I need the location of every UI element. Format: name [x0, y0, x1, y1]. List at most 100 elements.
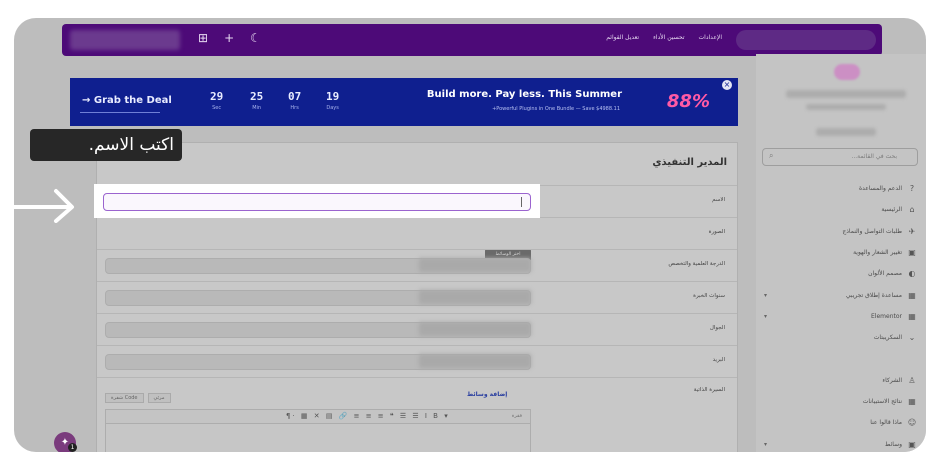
field-label-degree: الدرجة العلمية والتخصص	[668, 261, 725, 267]
field-label-email: البريد	[712, 357, 725, 363]
editor-mode-tabs: شفرة Code مرئي	[105, 393, 171, 403]
sidebar-item-label: مصمم الألوان	[868, 270, 902, 278]
chevron-down-icon: ▾	[764, 291, 768, 299]
sidebar-item-label: الشركاء	[882, 376, 902, 384]
tab-visual[interactable]: مرئي	[147, 393, 171, 403]
blurred-value	[419, 354, 531, 368]
pointer-arrow-icon	[0, 189, 74, 223]
countdown-seconds: 29 Sec	[210, 90, 224, 111]
sidebar-item-label: مساعدة إطلاق تجريبي	[845, 291, 902, 299]
chevron-down-icon: ▾	[764, 312, 768, 320]
sidebar-item-colors[interactable]: ◐ مصمم الألوان	[758, 263, 918, 284]
sidebar-blur-line	[806, 104, 886, 110]
discount-badge: 88%	[666, 91, 710, 112]
top-bar-icons: ⊞ + ☾	[198, 31, 261, 45]
name-field-spotlight	[94, 184, 540, 218]
sidebar-item-support[interactable]: ? الدعم والمساعدة	[758, 178, 918, 199]
sidebar-item-branding[interactable]: ▣ تغيير الشعار والهوية	[758, 242, 918, 263]
divider	[97, 313, 737, 314]
sidebar-item-label: الدعم والمساعدة	[858, 185, 902, 193]
site-name-blurred	[70, 30, 180, 50]
sidebar-item-home[interactable]: ⌂ الرئيسية	[758, 199, 918, 220]
sidebar-item-label: وسائط	[884, 440, 902, 448]
sidebar-blur-line	[816, 128, 876, 136]
image-icon: ▣	[908, 248, 916, 258]
top-bar-menu: الإعدادات تحسين الأداء تعديل القوائم	[606, 34, 722, 41]
divider	[97, 249, 737, 250]
tab-code[interactable]: شفرة Code	[105, 393, 144, 403]
grid-icon: ▦	[908, 290, 916, 300]
sidebar-item-label: Elementor	[871, 312, 902, 320]
sidebar-item-label: تغيير الشعار والهوية	[853, 249, 902, 257]
search-icon: ⌕	[769, 151, 774, 160]
partners-icon: ♙	[908, 375, 916, 385]
notification-badge: 1	[68, 443, 77, 452]
sidebar-item-elementor[interactable]: ▦ Elementor ▾	[758, 306, 918, 327]
help-icon: ?	[909, 184, 915, 194]
home-icon: ⌂	[909, 205, 915, 215]
close-icon[interactable]: ×	[722, 80, 732, 90]
sidebar-item-scripts[interactable]: ⌄ السكريبتات	[758, 327, 918, 348]
cv-editor-body[interactable]	[105, 423, 531, 452]
field-label-mobile: الجوال	[709, 325, 725, 331]
chevron-small-icon: ⌄	[908, 333, 916, 343]
palette-icon: ◐	[908, 269, 916, 279]
banner-subtitle: +Powerful Plugins in One Bundle — Save $…	[492, 106, 620, 112]
sidebar-item-testimonials[interactable]: ☺ ماذا قالوا عنا	[758, 412, 918, 433]
dashboard-icon[interactable]: ⊞	[198, 31, 208, 45]
sidebar-search-placeholder: بحث في القائمة...	[851, 153, 897, 160]
sidebar-blur-line	[786, 90, 906, 98]
sidebar-item-label: السكريبتات	[873, 334, 902, 342]
field-label-name: الاسم	[712, 197, 725, 203]
sidebar-item-label: الرئيسية	[881, 206, 902, 214]
settings-link[interactable]: الإعدادات	[699, 34, 722, 41]
countdown-minutes: 25 Min	[250, 90, 264, 111]
smile-icon: ☺	[907, 418, 917, 428]
sidebar-item-label: نتائج الاستبيانات	[862, 398, 902, 406]
media-icon: ▣	[908, 439, 916, 449]
banner-title: Build more. Pay less. This Summer	[426, 89, 622, 100]
menus-link[interactable]: تعديل القوائم	[606, 34, 639, 41]
promo-banner: → Grab the Deal 29 Sec 25 Min 07 Hrs 19 Days…	[70, 78, 738, 126]
grid-icon: ▦	[908, 311, 916, 321]
sidebar-item-contact-forms[interactable]: ✈ طلبات التواصل والنماذج	[758, 221, 918, 242]
divider	[97, 345, 737, 346]
add-media-button[interactable]: إضافة وسائط	[467, 391, 507, 398]
admin-sidebar: بحث في القائمة... ⌕ ? الدعم والمساعدة ⌂ ال…	[756, 54, 926, 452]
admin-top-bar: ⊞ + ☾ الإعدادات تحسين الأداء تعديل القوا…	[62, 24, 882, 56]
name-input[interactable]	[103, 193, 531, 211]
deal-underline	[80, 112, 160, 113]
dark-mode-icon[interactable]: ☾	[250, 31, 261, 45]
sidebar-separator	[758, 348, 918, 369]
grid-icon: ▦	[908, 397, 916, 407]
sidebar-item-label: طلبات التواصل والنماذج	[842, 227, 902, 235]
field-label-cv: السيرة الذاتية	[693, 387, 725, 393]
card-title: المدير التنفيذي	[652, 157, 727, 168]
brand-logo	[834, 64, 860, 80]
countdown-days: 19 Days	[326, 90, 340, 111]
sidebar-item-label: ماذا قالوا عنا	[870, 419, 902, 427]
paragraph-format-select[interactable]: فقرة	[512, 413, 522, 419]
grab-deal-link[interactable]: → Grab the Deal	[82, 95, 172, 106]
text-caret	[521, 197, 522, 207]
sidebar-item-media[interactable]: ▣ وسائط ▾	[758, 434, 918, 452]
blurred-value	[419, 322, 531, 336]
editor-tools[interactable]: ¶· ▦ ✕ ▤ 🔗 ≡ ≡ ≡ ❝ ☰ ☰ I B ▾	[286, 412, 450, 420]
sidebar-search-input[interactable]: بحث في القائمة... ⌕	[762, 148, 918, 166]
instruction-tooltip: اكتب الاسم.	[30, 129, 182, 161]
field-label-experience: سنوات الخبرة	[693, 293, 725, 299]
app-frame: ⊞ + ☾ الإعدادات تحسين الأداء تعديل القوا…	[14, 18, 926, 452]
sidebar-item-survey-results[interactable]: ▦ نتائج الاستبيانات	[758, 391, 918, 412]
send-icon: ✈	[908, 226, 916, 236]
countdown-hours: 07 Hrs	[288, 90, 302, 111]
blurred-value	[419, 290, 531, 304]
sidebar-menu: ? الدعم والمساعدة ⌂ الرئيسية ✈ طلبات التواص…	[758, 178, 918, 452]
divider	[97, 377, 737, 378]
sidebar-item-partners[interactable]: ♙ الشركاء	[758, 370, 918, 391]
performance-link[interactable]: تحسين الأداء	[653, 34, 684, 41]
divider	[97, 281, 737, 282]
chevron-down-icon: ▾	[764, 440, 768, 448]
sidebar-item-launch-helper[interactable]: ▦ مساعدة إطلاق تجريبي ▾	[758, 284, 918, 305]
top-search-blurred[interactable]	[736, 30, 876, 50]
add-new-icon[interactable]: +	[224, 31, 234, 45]
